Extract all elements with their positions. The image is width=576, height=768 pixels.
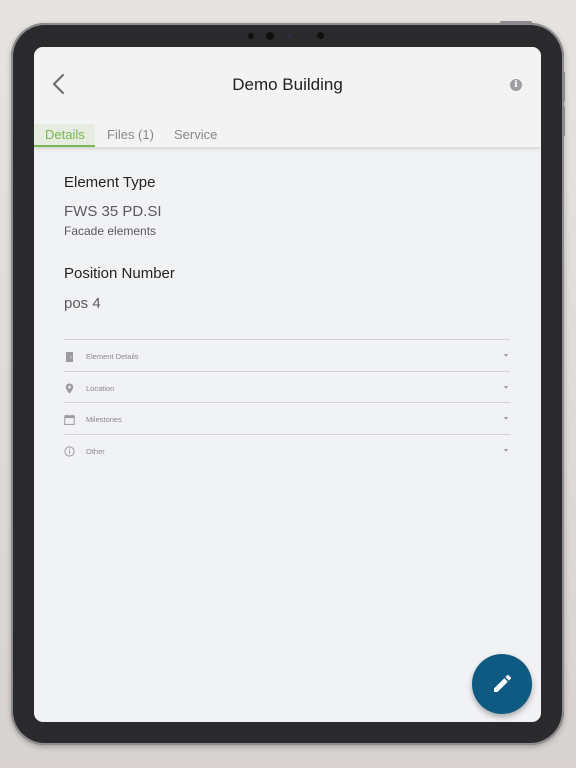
element-type-subtitle: Facade elements [64,224,157,238]
chevron-down-icon [504,449,508,452]
chevron-down-icon [504,354,508,357]
chevron-down-icon [504,417,508,420]
door-icon [66,352,73,362]
section-label: Other [86,447,105,456]
camera-lens [317,32,324,39]
camera-bar [246,31,330,41]
pencil-icon [494,675,511,692]
app-screen: Demo Building i Details Files (1) Servic… [34,47,541,722]
section-label: Milestones [86,415,122,424]
volume-button [562,106,565,136]
info-circle-icon [64,446,75,457]
location-pin-icon [65,383,74,394]
edit-button[interactable] [472,654,532,714]
tab-service[interactable]: Service [174,127,217,147]
section-location[interactable]: Location [64,371,510,403]
position-number-label: Position Number [64,265,175,282]
active-tab-indicator [34,145,95,147]
power-button [500,21,532,24]
element-type-value: FWS 35 PD.SI [64,203,162,220]
chevron-down-icon [504,386,508,389]
info-icon[interactable]: i [510,79,522,91]
position-number-value: pos 4 [64,295,101,312]
element-type-label: Element Type [64,174,156,191]
volume-button [562,72,565,102]
section-label: Element Details [86,352,139,361]
camera-lens [266,32,274,40]
section-other[interactable]: Other [64,434,510,466]
tab-bar: Details Files (1) Service [34,124,541,147]
tab-files[interactable]: Files (1) [107,127,154,147]
camera-lens [248,33,254,39]
navigation-header: Demo Building i [34,47,541,124]
tab-details[interactable]: Details [45,127,85,147]
section-element-details[interactable]: Element Details [64,339,510,371]
section-milestones[interactable]: Milestones [64,402,510,434]
section-label: Location [86,384,115,393]
camera-lens [287,34,291,38]
page-title: Demo Building [232,75,343,94]
calendar-icon [64,414,75,425]
